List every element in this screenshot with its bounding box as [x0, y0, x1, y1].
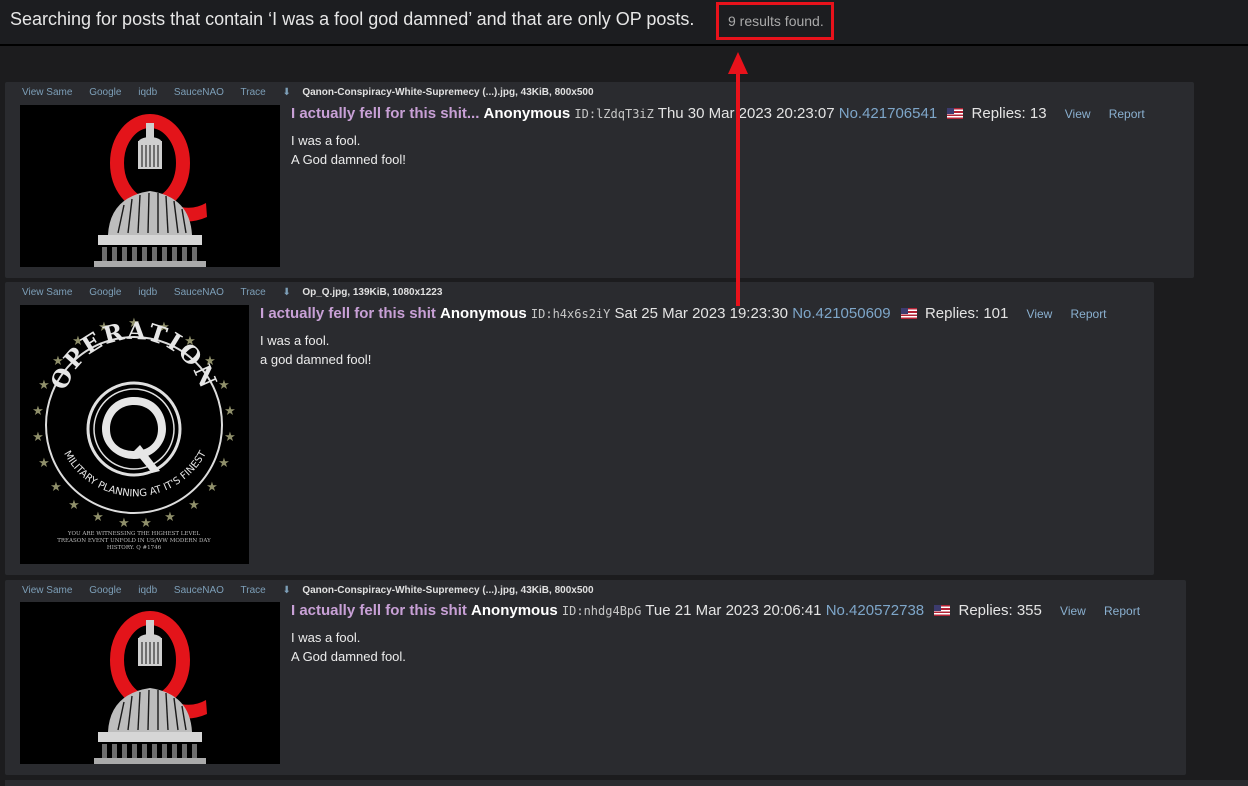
thumb-caption-line: TREASON EVENT UNFOLD IN US/WW MODERN DAY — [57, 538, 211, 544]
download-icon[interactable]: ⬇ — [283, 585, 294, 596]
file-info[interactable]: Op_Q.jpg, 139KiB, 1080x1223 — [302, 287, 442, 298]
post-header: I actually fell for this shit... Anonymo… — [291, 105, 1145, 122]
post-body-line: I was a fool. — [260, 333, 330, 348]
post-body-line: A God damned fool. — [291, 649, 406, 664]
report-link[interactable]: Report — [1071, 307, 1107, 321]
results-count: 9 results found. — [728, 13, 824, 29]
poster-name: Anonymous — [483, 105, 571, 122]
q-capitol-image — [20, 105, 280, 267]
post-body: I was a fool. A God damned fool. — [291, 628, 406, 666]
post-body: I was a fool. A God damned fool! — [291, 131, 406, 169]
post-body-line: a god damned fool! — [260, 352, 372, 367]
svg-text:★: ★ — [32, 430, 44, 445]
view-same-link[interactable]: View Same — [22, 87, 72, 98]
file-actions: View Same Google iqdb SauceNAO Trace ⬇ Q… — [22, 585, 594, 596]
svg-text:★: ★ — [50, 480, 62, 495]
poster-name: Anonymous — [471, 602, 558, 619]
trace-link[interactable]: Trace — [241, 585, 266, 596]
trace-link[interactable]: Trace — [241, 287, 266, 298]
post-date: Tue 21 Mar 2023 20:06:41 — [645, 602, 822, 619]
post-number-link[interactable]: No.421050609 — [792, 305, 890, 322]
thumb-caption-line: HISTORY. Q #1746 — [107, 545, 162, 551]
view-same-link[interactable]: View Same — [22, 287, 72, 298]
operation-q-image: ★ ★ ★ ★ ★ ★ ★ ★ ★ ★ ★ ★ ★ ★ ★ ★ ★ ★ ★ ★ ★ ★ ★ OPERA… — [20, 305, 249, 564]
us-flag-icon — [934, 605, 951, 616]
post-subject: I actually fell for this shit — [291, 602, 467, 619]
svg-text:★: ★ — [164, 510, 176, 525]
view-same-link[interactable]: View Same — [22, 585, 72, 596]
post-body: I was a fool. a god damned fool! — [260, 331, 371, 369]
poster-id[interactable]: ID:h4x6s2iY — [531, 307, 610, 321]
us-flag-icon — [900, 308, 917, 319]
report-link[interactable]: Report — [1104, 604, 1140, 618]
saucenao-link[interactable]: SauceNAO — [174, 585, 224, 596]
saucenao-link[interactable]: SauceNAO — [174, 287, 224, 298]
svg-text:★: ★ — [92, 510, 104, 525]
post-card: View Same Google iqdb SauceNAO Trace ⬇ Q… — [5, 580, 1186, 775]
iqdb-link[interactable]: iqdb — [138, 287, 157, 298]
post-thumbnail[interactable] — [20, 105, 280, 267]
poster-id[interactable]: ID:lZdqT3iZ — [574, 107, 653, 121]
post-number-link[interactable]: No.421706541 — [839, 105, 937, 122]
svg-text:★: ★ — [118, 516, 130, 531]
thumb-caption-line: YOU ARE WITNESSING THE HIGHEST LEVEL — [67, 531, 201, 537]
post-card: View Same Google iqdb SauceNAO Trace ⬇ O… — [5, 282, 1154, 575]
svg-text:★: ★ — [218, 456, 230, 471]
svg-text:★: ★ — [38, 456, 50, 471]
reply-count: Replies: 13 — [971, 105, 1047, 122]
download-icon[interactable]: ⬇ — [283, 287, 294, 298]
svg-text:★: ★ — [32, 404, 44, 419]
reply-count: Replies: 355 — [958, 602, 1042, 619]
post-subject: I actually fell for this shit — [260, 305, 436, 322]
post-number-link[interactable]: No.420572738 — [826, 602, 924, 619]
post-header: I actually fell for this shit Anonymous … — [260, 305, 1107, 322]
svg-text:★: ★ — [140, 516, 152, 531]
view-thread-link[interactable]: View — [1027, 307, 1053, 321]
svg-text:★: ★ — [188, 498, 200, 513]
post-body-line: A God damned fool! — [291, 152, 406, 167]
search-header: Searching for posts that contain ‘I was … — [0, 0, 1248, 46]
svg-text:★: ★ — [224, 430, 236, 445]
reply-count: Replies: 101 — [924, 305, 1009, 322]
post-date: Sat 25 Mar 2023 19:23:30 — [614, 305, 789, 322]
report-link[interactable]: Report — [1109, 107, 1145, 121]
post-thumbnail[interactable]: ★ ★ ★ ★ ★ ★ ★ ★ ★ ★ ★ ★ ★ ★ ★ ★ ★ ★ ★ ★ ★ ★ ★ OPERA… — [20, 305, 249, 564]
post-date: Thu 30 Mar 2023 20:23:07 — [657, 105, 835, 122]
poster-name: Anonymous — [440, 305, 527, 322]
post-header: I actually fell for this shit Anonymous … — [291, 602, 1140, 619]
post-thumbnail[interactable] — [20, 602, 280, 764]
poster-id[interactable]: ID:nhdg4BpG — [562, 604, 641, 618]
view-thread-link[interactable]: View — [1060, 604, 1086, 618]
file-actions: View Same Google iqdb SauceNAO Trace ⬇ O… — [22, 287, 442, 298]
saucenao-link[interactable]: SauceNAO — [174, 87, 224, 98]
file-actions: View Same Google iqdb SauceNAO Trace ⬇ Q… — [22, 87, 594, 98]
google-link[interactable]: Google — [89, 87, 121, 98]
post-subject: I actually fell for this shit... — [291, 105, 480, 122]
next-post-edge — [5, 780, 1248, 786]
file-info[interactable]: Qanon-Conspiracy-White-Supremecy (...).j… — [302, 87, 593, 98]
google-link[interactable]: Google — [89, 287, 121, 298]
trace-link[interactable]: Trace — [241, 87, 266, 98]
results-count-highlight: 9 results found. — [716, 2, 834, 40]
svg-text:★: ★ — [206, 480, 218, 495]
download-icon[interactable]: ⬇ — [283, 87, 294, 98]
svg-text:★: ★ — [224, 404, 236, 419]
search-summary: Searching for posts that contain ‘I was … — [10, 9, 695, 29]
iqdb-link[interactable]: iqdb — [138, 87, 157, 98]
post-body-line: I was a fool. — [291, 630, 361, 645]
svg-text:★: ★ — [68, 498, 80, 513]
google-link[interactable]: Google — [89, 585, 121, 596]
us-flag-icon — [947, 108, 964, 119]
post-card: View Same Google iqdb SauceNAO Trace ⬇ Q… — [5, 82, 1194, 278]
iqdb-link[interactable]: iqdb — [138, 585, 157, 596]
q-capitol-image — [20, 602, 280, 764]
file-info[interactable]: Qanon-Conspiracy-White-Supremecy (...).j… — [302, 585, 593, 596]
view-thread-link[interactable]: View — [1065, 107, 1091, 121]
post-body-line: I was a fool. — [291, 133, 361, 148]
